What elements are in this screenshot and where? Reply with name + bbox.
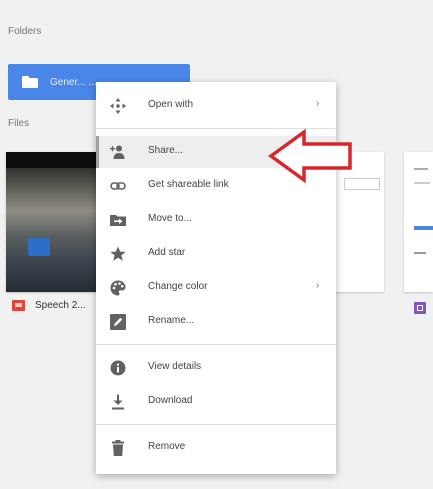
menu-item-label: Add star — [148, 247, 186, 258]
open-with-icon — [110, 98, 126, 114]
menu-item-label: Remove — [148, 441, 186, 452]
file-card-form[interactable] — [404, 152, 433, 292]
menu-item-change-color[interactable]: Change color › — [96, 272, 336, 304]
form-icon — [414, 302, 426, 314]
move-to-folder-icon — [110, 212, 126, 228]
folder-name: Gener... ... — [50, 76, 97, 88]
menu-item-view-details[interactable]: View details — [96, 352, 336, 384]
file-name-row[interactable]: Speech 2... — [12, 300, 86, 311]
menu-item-remove[interactable]: Remove — [96, 432, 336, 464]
menu-item-download[interactable]: Download — [96, 386, 336, 418]
share-icon — [110, 144, 126, 160]
trash-icon — [110, 440, 126, 456]
file-card-speech[interactable] — [6, 152, 102, 292]
menu-item-label: Get shareable link — [148, 179, 229, 190]
menu-item-label: Open with — [148, 99, 194, 110]
menu-item-label: Download — [148, 395, 193, 406]
link-icon — [110, 178, 126, 194]
file-name: Speech 2... — [35, 300, 86, 311]
menu-item-open-with[interactable]: Open with › — [96, 90, 336, 122]
files-section-label: Files — [8, 118, 30, 129]
menu-item-label: Share... — [148, 145, 184, 156]
star-icon — [110, 246, 126, 262]
palette-icon — [110, 280, 126, 296]
video-thumbnail — [6, 152, 102, 292]
slides-icon — [12, 300, 25, 311]
folders-section-label: Folders — [8, 26, 42, 37]
submenu-arrow-icon: › — [316, 280, 320, 291]
menu-item-label: Move to... — [148, 213, 192, 224]
pencil-icon — [110, 314, 126, 330]
info-icon — [110, 360, 126, 376]
menu-item-label: View details — [148, 361, 202, 372]
folder-icon — [22, 76, 38, 88]
download-icon — [110, 394, 126, 410]
menu-divider — [96, 424, 336, 425]
menu-item-add-star[interactable]: Add star — [96, 238, 336, 270]
menu-item-label: Rename... — [148, 315, 195, 326]
menu-item-label: Change color — [148, 281, 208, 292]
menu-divider — [96, 344, 336, 345]
menu-item-rename[interactable]: Rename... — [96, 306, 336, 338]
submenu-arrow-icon: › — [316, 98, 320, 109]
red-arrow-annotation — [268, 128, 352, 184]
menu-item-move-to[interactable]: Move to... — [96, 204, 336, 236]
